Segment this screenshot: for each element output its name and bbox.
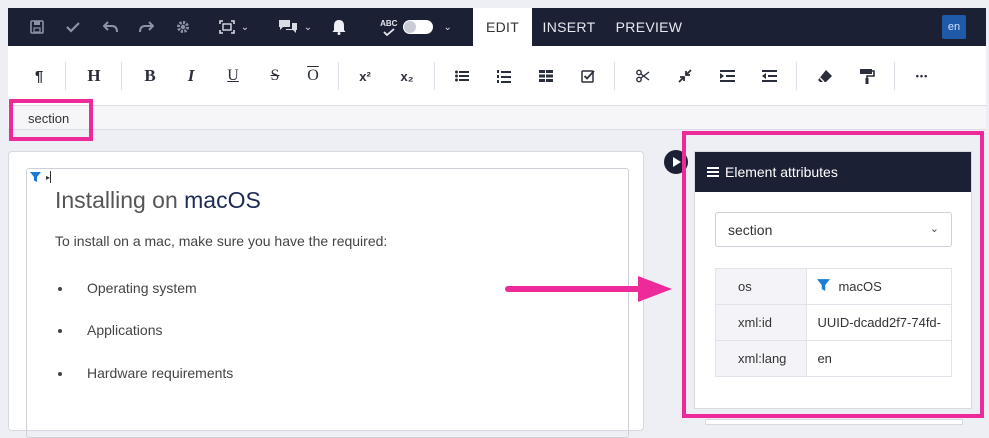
undo-icon[interactable] xyxy=(99,8,121,46)
toolbar-divider xyxy=(121,62,122,90)
numbered-list-icon[interactable] xyxy=(491,63,517,89)
section-frame[interactable]: ▸ Installing on macOS To install on a ma… xyxy=(26,168,629,438)
toolbar-divider xyxy=(894,62,895,90)
bullet-icon xyxy=(58,287,62,291)
redo-icon[interactable] xyxy=(135,8,157,46)
bullet-list-icon[interactable] xyxy=(449,63,475,89)
language-badge[interactable]: en xyxy=(942,15,966,39)
tab-preview[interactable]: PREVIEW xyxy=(611,8,687,46)
check-icon[interactable] xyxy=(62,8,84,46)
comments-icon[interactable]: ⌄ xyxy=(273,8,317,46)
checkbox-icon[interactable] xyxy=(575,63,601,89)
spellcheck-toggle[interactable]: ABC ⌄ xyxy=(376,8,456,46)
bullet-icon xyxy=(58,329,62,333)
outdent-icon[interactable] xyxy=(756,63,782,89)
spellcheck-icon: ABC xyxy=(380,19,397,36)
list-item[interactable]: Hardware requirements xyxy=(87,365,233,381)
paragraph-button[interactable]: ¶ xyxy=(26,63,52,89)
tab-edit[interactable]: EDIT xyxy=(473,8,532,46)
indent-icon[interactable] xyxy=(714,63,740,89)
annotation-arrow-head xyxy=(638,276,672,302)
gear-icon[interactable] xyxy=(172,8,194,46)
list-item[interactable]: Applications xyxy=(87,322,163,338)
toolbar-divider xyxy=(796,62,797,90)
italic-button[interactable]: I xyxy=(178,63,204,89)
bold-button[interactable]: B xyxy=(137,63,163,89)
intro-paragraph[interactable]: To install on a mac, make sure you have … xyxy=(55,233,387,249)
toolbar-divider xyxy=(65,62,66,90)
fullscreen-icon[interactable]: ⌄ xyxy=(214,8,254,46)
superscript-button[interactable]: x² xyxy=(352,63,378,89)
toolbar-divider xyxy=(614,62,615,90)
page-title[interactable]: Installing on macOS xyxy=(55,187,261,214)
strikethrough-button[interactable]: S xyxy=(262,63,288,89)
save-icon[interactable] xyxy=(26,8,48,46)
table-icon[interactable] xyxy=(533,63,559,89)
chevron-down-icon: ⌄ xyxy=(240,21,250,33)
formatting-toolbar: ¶ H B I U S O x² x₂ ••• xyxy=(8,46,986,106)
panel-below-stub xyxy=(705,419,963,425)
scissors-icon[interactable] xyxy=(630,63,656,89)
list-item[interactable]: Operating system xyxy=(87,280,197,296)
bullet-icon xyxy=(58,372,62,376)
chevron-down-icon: ⌄ xyxy=(443,21,452,33)
subscript-button[interactable]: x₂ xyxy=(394,63,420,89)
spellcheck-switch[interactable] xyxy=(403,20,434,34)
bell-icon[interactable] xyxy=(328,8,350,46)
eraser-icon[interactable] xyxy=(812,63,838,89)
chevron-down-icon: ⌄ xyxy=(303,21,313,33)
filter-icon[interactable] xyxy=(30,171,41,185)
heading-button[interactable]: H xyxy=(81,63,107,89)
format-painter-icon[interactable] xyxy=(854,63,880,89)
breadcrumb: section xyxy=(8,106,986,130)
toolbar-divider xyxy=(338,62,339,90)
toolbar-divider xyxy=(434,62,435,90)
highlight-box-attributes xyxy=(682,131,984,418)
overline-button[interactable]: O xyxy=(300,63,326,89)
underline-button[interactable]: U xyxy=(220,63,246,89)
collapse-icon[interactable] xyxy=(672,63,698,89)
tab-insert[interactable]: INSERT xyxy=(534,8,604,46)
annotation-arrow-shaft xyxy=(505,286,640,292)
more-options-button[interactable]: ••• xyxy=(909,63,935,89)
text-cursor xyxy=(50,171,51,183)
highlight-box-breadcrumb xyxy=(9,99,93,141)
top-bar: ⌄ ⌄ ABC ⌄ EDIT INSERT PREVIEW en xyxy=(8,8,986,46)
